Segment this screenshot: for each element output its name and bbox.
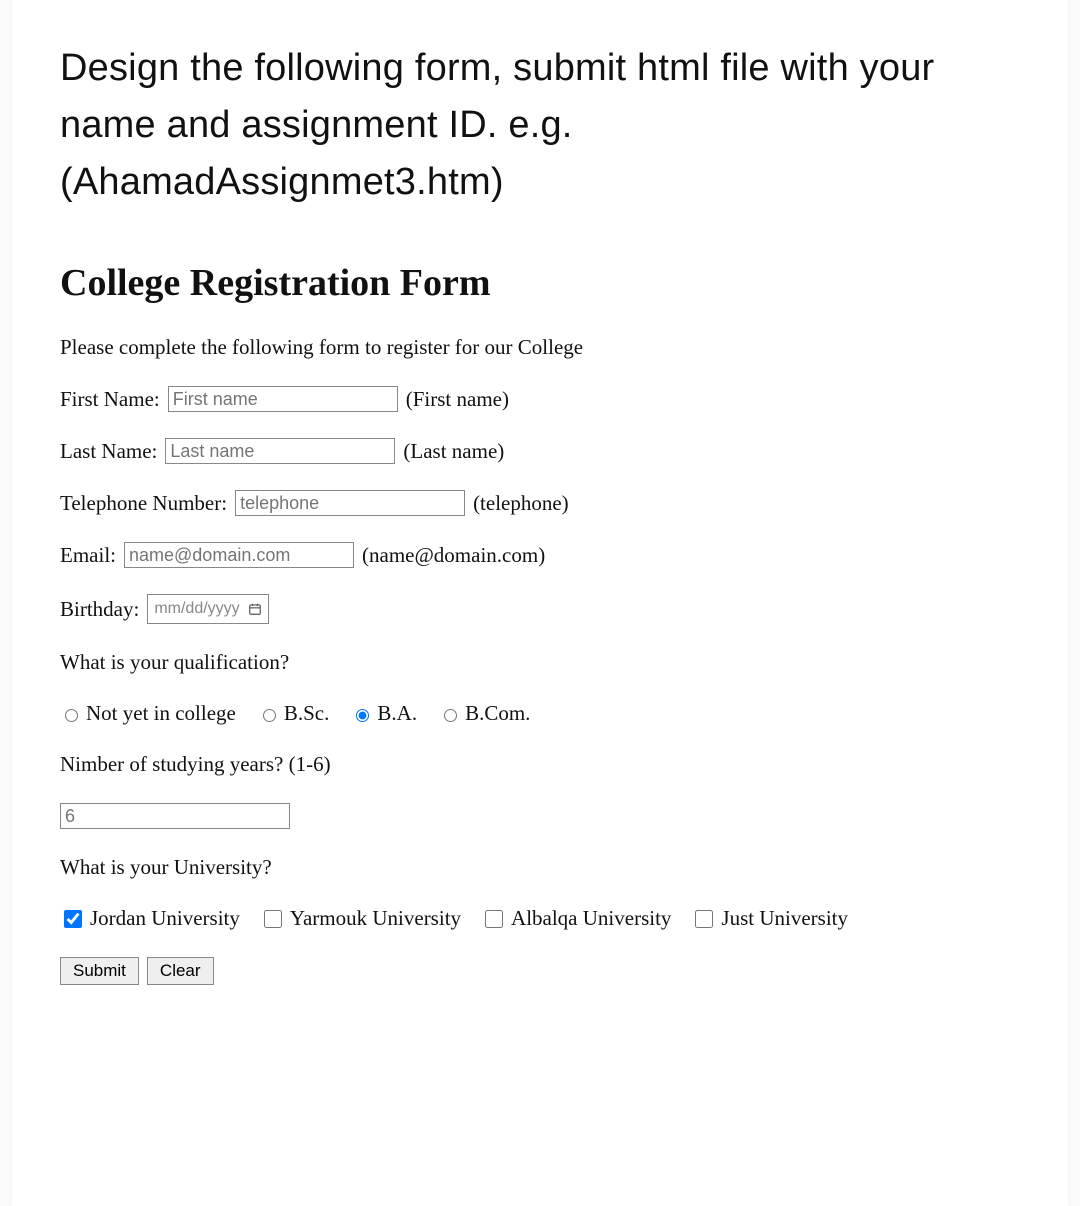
university-checkbox[interactable] (485, 910, 503, 928)
birthday-input[interactable]: mm/dd/yyyy (147, 594, 268, 624)
page: Design the following form, submit html f… (12, 0, 1068, 1206)
birthday-row: Birthday: mm/dd/yyyy (60, 594, 1020, 624)
university-label: What is your University? (60, 855, 1020, 880)
telephone-label: Telephone Number: (60, 491, 227, 516)
university-option-label: Albalqa University (511, 906, 671, 931)
last-name-label: Last Name: (60, 439, 157, 464)
last-name-input[interactable] (165, 438, 395, 464)
qualification-radio[interactable] (263, 709, 276, 722)
qualification-radio[interactable] (444, 709, 457, 722)
birthday-placeholder: mm/dd/yyyy (154, 600, 239, 618)
years-label: Nimber of studying years? (1-6) (60, 752, 1020, 777)
university-option-label: Yarmouk University (290, 906, 461, 931)
years-row (60, 803, 1020, 829)
email-hint: (name@domain.com) (362, 543, 545, 568)
calendar-icon (248, 602, 262, 616)
submit-button[interactable]: Submit (60, 957, 139, 985)
university-option[interactable]: Yarmouk University (260, 906, 461, 931)
first-name-row: First Name: (First name) (60, 386, 1020, 412)
form-intro: Please complete the following form to re… (60, 335, 1020, 360)
first-name-hint: (First name) (406, 387, 509, 412)
qualification-option-label: B.A. (377, 701, 417, 726)
university-option-label: Just University (721, 906, 848, 931)
telephone-row: Telephone Number: (telephone) (60, 490, 1020, 516)
university-checkbox[interactable] (264, 910, 282, 928)
years-input[interactable] (60, 803, 290, 829)
university-checkbox[interactable] (64, 910, 82, 928)
qualification-radio[interactable] (65, 709, 78, 722)
qualification-option[interactable]: B.A. (351, 701, 417, 726)
qualification-radio[interactable] (356, 709, 369, 722)
qualification-option[interactable]: B.Sc. (258, 701, 330, 726)
last-name-row: Last Name: (Last name) (60, 438, 1020, 464)
birthday-label: Birthday: (60, 597, 139, 622)
university-option[interactable]: Albalqa University (481, 906, 671, 931)
qualification-option-label: Not yet in college (86, 701, 236, 726)
qualification-option[interactable]: B.Com. (439, 701, 530, 726)
last-name-hint: (Last name) (403, 439, 504, 464)
university-option-label: Jordan University (90, 906, 240, 931)
university-option[interactable]: Just University (691, 906, 848, 931)
telephone-input[interactable] (235, 490, 465, 516)
form-title: College Registration Form (60, 261, 1020, 305)
email-row: Email: (name@domain.com) (60, 542, 1020, 568)
university-options: Jordan University Yarmouk University Albal… (60, 906, 1020, 931)
qualification-option-label: B.Com. (465, 701, 530, 726)
telephone-hint: (telephone) (473, 491, 569, 516)
assignment-instructions: Design the following form, submit html f… (60, 40, 1020, 211)
button-row: Submit Clear (60, 957, 1020, 985)
qualification-option[interactable]: Not yet in college (60, 701, 236, 726)
university-option[interactable]: Jordan University (60, 906, 240, 931)
qualification-label: What is your qualification? (60, 650, 1020, 675)
university-checkbox[interactable] (695, 910, 713, 928)
clear-button[interactable]: Clear (147, 957, 214, 985)
email-input[interactable] (124, 542, 354, 568)
qualification-option-label: B.Sc. (284, 701, 330, 726)
first-name-input[interactable] (168, 386, 398, 412)
first-name-label: First Name: (60, 387, 160, 412)
email-label: Email: (60, 543, 116, 568)
qualification-options: Not yet in college B.Sc. B.A. B.Com. (60, 701, 1020, 726)
